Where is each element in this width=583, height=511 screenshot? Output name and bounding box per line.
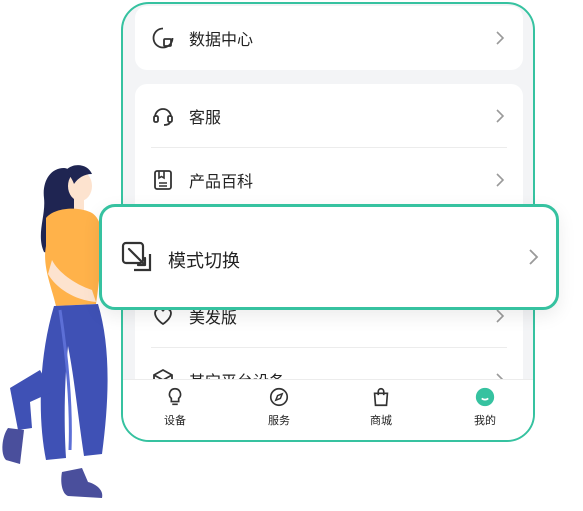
data-center-icon <box>152 27 174 49</box>
tab-mine-label: 我的 <box>474 414 496 427</box>
tab-services[interactable]: 服务 <box>249 386 309 428</box>
menu-item-data-center[interactable]: 数据中心 <box>135 6 523 70</box>
data-center-card: 数据中心 <box>135 6 523 70</box>
chevron-right-icon <box>496 31 505 45</box>
menu-item-product-encyclopedia[interactable]: 产品百科 <box>135 148 523 212</box>
tab-services-label: 服务 <box>268 414 290 427</box>
mode-switch-highlight[interactable]: 模式切换 <box>99 204 559 310</box>
chevron-right-icon <box>529 249 539 265</box>
tab-mall-label: 商城 <box>370 414 392 427</box>
tab-devices-label: 设备 <box>164 414 186 427</box>
chevron-right-icon <box>496 109 505 123</box>
data-center-label: 数据中心 <box>189 30 254 49</box>
chevron-right-icon <box>496 309 505 323</box>
chevron-right-icon <box>496 173 505 187</box>
menu-item-customer-service[interactable]: 客服 <box>135 84 523 148</box>
tab-mine[interactable]: 我的 <box>455 386 515 428</box>
tab-mall[interactable]: 商城 <box>351 386 411 428</box>
book-icon <box>154 170 172 190</box>
lightbulb-icon <box>168 387 182 406</box>
headset-icon <box>153 108 173 126</box>
swap-arrows-icon <box>121 241 152 272</box>
shopping-bag-icon <box>373 387 389 407</box>
tab-devices[interactable]: 设备 <box>145 386 205 428</box>
mode-switch-label: 模式切换 <box>168 251 240 272</box>
product-encyclopedia-label: 产品百科 <box>189 172 254 191</box>
bottom-tab-bar: 设备 服务 商城 我的 <box>123 379 533 440</box>
customer-service-label: 客服 <box>189 108 222 127</box>
mine-icon <box>475 387 495 407</box>
compass-icon <box>269 387 289 407</box>
